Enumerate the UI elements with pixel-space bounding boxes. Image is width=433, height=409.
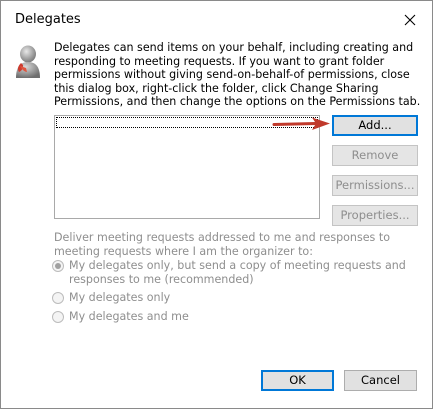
info-text: Delegates can send items on your behalf,… [54,41,421,108]
ok-button[interactable]: OK [261,370,334,391]
close-button[interactable] [396,7,424,33]
meeting-requests-label: Deliver meeting requests addressed to me… [54,231,391,258]
cancel-button[interactable]: Cancel [344,370,417,391]
radio-button[interactable] [52,311,64,323]
radio-label: My delegates only, but send a copy of me… [69,259,406,286]
window-title: Delegates [15,12,81,27]
permissions-button[interactable]: Permissions... [332,175,418,196]
properties-button[interactable]: Properties... [332,205,418,226]
radio-delegates-only-copy[interactable]: My delegates only, but send a copy of me… [52,259,422,287]
radio-button[interactable] [52,292,64,304]
radio-button[interactable] [52,260,64,272]
close-icon [404,14,416,26]
radio-label: My delegates and me [69,310,189,323]
radio-delegates-only[interactable]: My delegates only [52,291,422,305]
title-bar: Delegates [1,1,432,39]
add-button[interactable]: Add... [332,115,418,136]
remove-button[interactable]: Remove [332,145,418,166]
radio-label: My delegates only [69,291,171,304]
red-arrow-icon [272,117,330,130]
radio-delegates-and-me[interactable]: My delegates and me [52,310,422,324]
delegates-dialog: Delegates Delegates can send items on yo… [0,0,433,409]
person-icon [13,44,45,80]
